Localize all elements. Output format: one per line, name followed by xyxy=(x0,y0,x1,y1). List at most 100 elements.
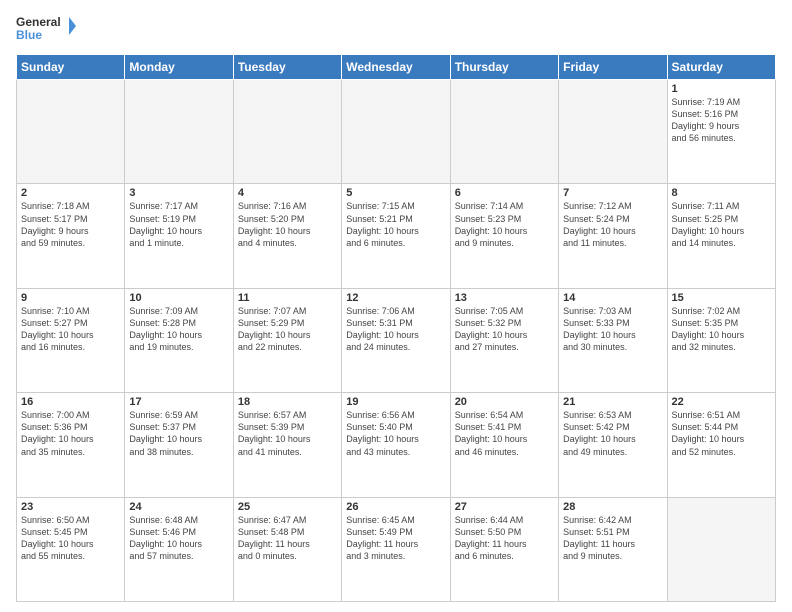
day-detail: Sunrise: 7:12 AM Sunset: 5:24 PM Dayligh… xyxy=(563,200,662,249)
day-detail: Sunrise: 7:19 AM Sunset: 5:16 PM Dayligh… xyxy=(672,96,771,145)
calendar-cell: 12Sunrise: 7:06 AM Sunset: 5:31 PM Dayli… xyxy=(342,288,450,392)
day-number: 3 xyxy=(129,187,228,199)
calendar-cell: 13Sunrise: 7:05 AM Sunset: 5:32 PM Dayli… xyxy=(450,288,558,392)
calendar-cell: 25Sunrise: 6:47 AM Sunset: 5:48 PM Dayli… xyxy=(233,497,341,601)
calendar-cell: 23Sunrise: 6:50 AM Sunset: 5:45 PM Dayli… xyxy=(17,497,125,601)
calendar-cell: 22Sunrise: 6:51 AM Sunset: 5:44 PM Dayli… xyxy=(667,393,775,497)
day-number: 20 xyxy=(455,396,554,408)
day-detail: Sunrise: 6:50 AM Sunset: 5:45 PM Dayligh… xyxy=(21,514,120,563)
day-number: 25 xyxy=(238,501,337,513)
calendar-cell: 24Sunrise: 6:48 AM Sunset: 5:46 PM Dayli… xyxy=(125,497,233,601)
weekday-header: Saturday xyxy=(667,55,775,80)
day-detail: Sunrise: 7:03 AM Sunset: 5:33 PM Dayligh… xyxy=(563,305,662,354)
day-detail: Sunrise: 6:54 AM Sunset: 5:41 PM Dayligh… xyxy=(455,409,554,458)
day-detail: Sunrise: 6:56 AM Sunset: 5:40 PM Dayligh… xyxy=(346,409,445,458)
day-number: 24 xyxy=(129,501,228,513)
weekday-header: Friday xyxy=(559,55,667,80)
day-number: 10 xyxy=(129,292,228,304)
calendar-cell: 6Sunrise: 7:14 AM Sunset: 5:23 PM Daylig… xyxy=(450,184,558,288)
day-detail: Sunrise: 7:05 AM Sunset: 5:32 PM Dayligh… xyxy=(455,305,554,354)
calendar-cell: 3Sunrise: 7:17 AM Sunset: 5:19 PM Daylig… xyxy=(125,184,233,288)
calendar-cell: 20Sunrise: 6:54 AM Sunset: 5:41 PM Dayli… xyxy=(450,393,558,497)
header: General Blue xyxy=(16,12,776,48)
calendar-cell xyxy=(233,80,341,184)
day-number: 18 xyxy=(238,396,337,408)
calendar-week-row: 1Sunrise: 7:19 AM Sunset: 5:16 PM Daylig… xyxy=(17,80,776,184)
page: General Blue SundayMondayTuesdayWednesda… xyxy=(0,0,792,612)
day-detail: Sunrise: 7:11 AM Sunset: 5:25 PM Dayligh… xyxy=(672,200,771,249)
day-number: 16 xyxy=(21,396,120,408)
day-detail: Sunrise: 6:45 AM Sunset: 5:49 PM Dayligh… xyxy=(346,514,445,563)
day-detail: Sunrise: 7:02 AM Sunset: 5:35 PM Dayligh… xyxy=(672,305,771,354)
day-number: 22 xyxy=(672,396,771,408)
calendar-cell: 18Sunrise: 6:57 AM Sunset: 5:39 PM Dayli… xyxy=(233,393,341,497)
calendar-cell: 14Sunrise: 7:03 AM Sunset: 5:33 PM Dayli… xyxy=(559,288,667,392)
calendar-cell: 28Sunrise: 6:42 AM Sunset: 5:51 PM Dayli… xyxy=(559,497,667,601)
calendar-cell: 11Sunrise: 7:07 AM Sunset: 5:29 PM Dayli… xyxy=(233,288,341,392)
day-detail: Sunrise: 7:10 AM Sunset: 5:27 PM Dayligh… xyxy=(21,305,120,354)
day-number: 12 xyxy=(346,292,445,304)
day-number: 6 xyxy=(455,187,554,199)
calendar-cell: 10Sunrise: 7:09 AM Sunset: 5:28 PM Dayli… xyxy=(125,288,233,392)
day-detail: Sunrise: 7:07 AM Sunset: 5:29 PM Dayligh… xyxy=(238,305,337,354)
day-detail: Sunrise: 7:14 AM Sunset: 5:23 PM Dayligh… xyxy=(455,200,554,249)
day-number: 5 xyxy=(346,187,445,199)
weekday-header: Monday xyxy=(125,55,233,80)
day-number: 19 xyxy=(346,396,445,408)
calendar-week-row: 23Sunrise: 6:50 AM Sunset: 5:45 PM Dayli… xyxy=(17,497,776,601)
calendar-cell: 16Sunrise: 7:00 AM Sunset: 5:36 PM Dayli… xyxy=(17,393,125,497)
day-detail: Sunrise: 6:57 AM Sunset: 5:39 PM Dayligh… xyxy=(238,409,337,458)
day-number: 8 xyxy=(672,187,771,199)
weekday-header-row: SundayMondayTuesdayWednesdayThursdayFrid… xyxy=(17,55,776,80)
day-detail: Sunrise: 7:06 AM Sunset: 5:31 PM Dayligh… xyxy=(346,305,445,354)
day-number: 28 xyxy=(563,501,662,513)
day-number: 27 xyxy=(455,501,554,513)
day-number: 11 xyxy=(238,292,337,304)
day-detail: Sunrise: 6:42 AM Sunset: 5:51 PM Dayligh… xyxy=(563,514,662,563)
day-detail: Sunrise: 6:53 AM Sunset: 5:42 PM Dayligh… xyxy=(563,409,662,458)
day-number: 21 xyxy=(563,396,662,408)
calendar-week-row: 9Sunrise: 7:10 AM Sunset: 5:27 PM Daylig… xyxy=(17,288,776,392)
calendar-cell: 1Sunrise: 7:19 AM Sunset: 5:16 PM Daylig… xyxy=(667,80,775,184)
calendar-cell: 26Sunrise: 6:45 AM Sunset: 5:49 PM Dayli… xyxy=(342,497,450,601)
day-number: 13 xyxy=(455,292,554,304)
calendar-cell: 2Sunrise: 7:18 AM Sunset: 5:17 PM Daylig… xyxy=(17,184,125,288)
day-detail: Sunrise: 6:59 AM Sunset: 5:37 PM Dayligh… xyxy=(129,409,228,458)
calendar-cell xyxy=(17,80,125,184)
calendar-cell: 19Sunrise: 6:56 AM Sunset: 5:40 PM Dayli… xyxy=(342,393,450,497)
weekday-header: Thursday xyxy=(450,55,558,80)
day-number: 14 xyxy=(563,292,662,304)
calendar-week-row: 2Sunrise: 7:18 AM Sunset: 5:17 PM Daylig… xyxy=(17,184,776,288)
calendar-week-row: 16Sunrise: 7:00 AM Sunset: 5:36 PM Dayli… xyxy=(17,393,776,497)
day-detail: Sunrise: 6:44 AM Sunset: 5:50 PM Dayligh… xyxy=(455,514,554,563)
calendar-cell: 7Sunrise: 7:12 AM Sunset: 5:24 PM Daylig… xyxy=(559,184,667,288)
day-detail: Sunrise: 6:51 AM Sunset: 5:44 PM Dayligh… xyxy=(672,409,771,458)
day-number: 4 xyxy=(238,187,337,199)
calendar-cell: 15Sunrise: 7:02 AM Sunset: 5:35 PM Dayli… xyxy=(667,288,775,392)
calendar-cell: 8Sunrise: 7:11 AM Sunset: 5:25 PM Daylig… xyxy=(667,184,775,288)
day-detail: Sunrise: 7:09 AM Sunset: 5:28 PM Dayligh… xyxy=(129,305,228,354)
day-number: 9 xyxy=(21,292,120,304)
day-number: 26 xyxy=(346,501,445,513)
calendar-cell xyxy=(342,80,450,184)
svg-text:General: General xyxy=(16,15,61,29)
day-detail: Sunrise: 6:48 AM Sunset: 5:46 PM Dayligh… xyxy=(129,514,228,563)
calendar-table: SundayMondayTuesdayWednesdayThursdayFrid… xyxy=(16,54,776,602)
calendar-cell xyxy=(450,80,558,184)
calendar-cell: 21Sunrise: 6:53 AM Sunset: 5:42 PM Dayli… xyxy=(559,393,667,497)
day-number: 23 xyxy=(21,501,120,513)
calendar-cell: 27Sunrise: 6:44 AM Sunset: 5:50 PM Dayli… xyxy=(450,497,558,601)
day-detail: Sunrise: 7:17 AM Sunset: 5:19 PM Dayligh… xyxy=(129,200,228,249)
day-detail: Sunrise: 6:47 AM Sunset: 5:48 PM Dayligh… xyxy=(238,514,337,563)
day-number: 7 xyxy=(563,187,662,199)
day-detail: Sunrise: 7:15 AM Sunset: 5:21 PM Dayligh… xyxy=(346,200,445,249)
calendar-cell: 4Sunrise: 7:16 AM Sunset: 5:20 PM Daylig… xyxy=(233,184,341,288)
weekday-header: Wednesday xyxy=(342,55,450,80)
day-number: 1 xyxy=(672,83,771,95)
svg-text:Blue: Blue xyxy=(16,28,42,42)
calendar-cell: 9Sunrise: 7:10 AM Sunset: 5:27 PM Daylig… xyxy=(17,288,125,392)
calendar-cell: 17Sunrise: 6:59 AM Sunset: 5:37 PM Dayli… xyxy=(125,393,233,497)
calendar-cell xyxy=(559,80,667,184)
day-detail: Sunrise: 7:16 AM Sunset: 5:20 PM Dayligh… xyxy=(238,200,337,249)
calendar-cell xyxy=(125,80,233,184)
